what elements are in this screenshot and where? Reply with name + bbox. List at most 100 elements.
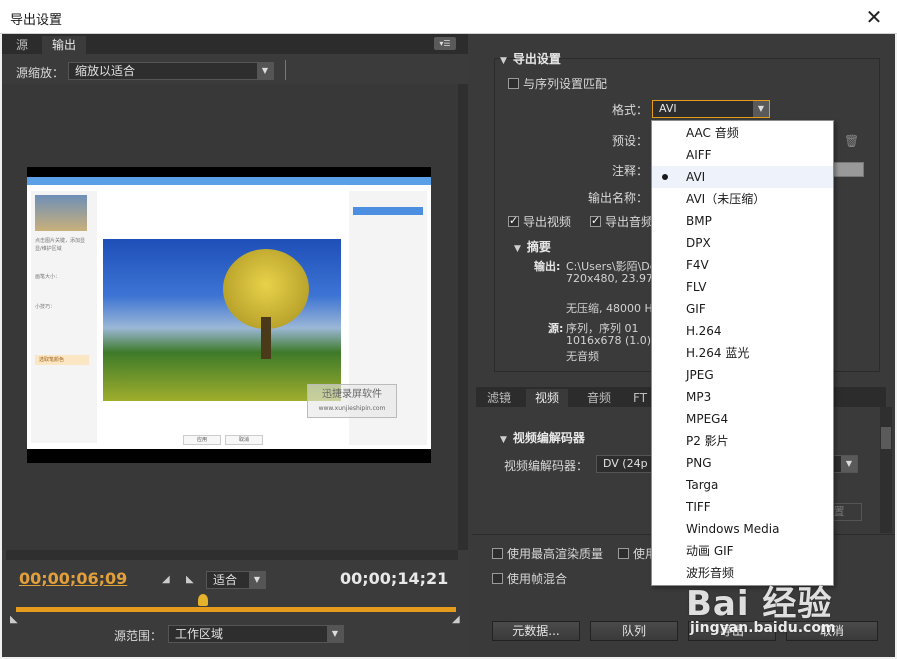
window-title: 导出设置	[10, 13, 63, 28]
comments-input[interactable]	[832, 162, 864, 177]
timeline-track[interactable]	[16, 607, 456, 612]
summary-output-line: 720x480, 23.976	[566, 272, 660, 285]
source-range-select[interactable]: 工作区域 ▼	[168, 625, 344, 643]
export-audio-checkbox[interactable]: 导出音频	[590, 213, 653, 230]
checkbox-icon	[618, 548, 629, 559]
frame-blending-checkbox[interactable]: 使用帧混合	[492, 570, 567, 587]
format-option[interactable]: BMP	[652, 210, 833, 232]
current-timecode[interactable]: 00;00;06;09	[19, 569, 127, 588]
source-scale-value: 缩放以适合	[75, 64, 136, 78]
cancel-button[interactable]: 取消	[786, 621, 878, 641]
format-option[interactable]: Windows Media	[652, 518, 833, 540]
in-point-icon[interactable]: ◣	[10, 614, 18, 625]
selected-bullet-icon	[662, 174, 668, 180]
format-option[interactable]: FLV	[652, 276, 833, 298]
max-render-quality-checkbox[interactable]: 使用最高渲染质量	[492, 545, 603, 562]
out-point-icon[interactable]: ◢	[452, 614, 460, 625]
source-range-value: 工作区域	[175, 627, 224, 641]
tree-trunk	[261, 317, 271, 359]
video-codec-section-title[interactable]: ▼ 视频编解码器	[500, 429, 585, 446]
tab-source[interactable]: 源	[6, 36, 38, 54]
format-option[interactable]: PNG	[652, 452, 833, 474]
metadata-button[interactable]: 元数据...	[492, 621, 580, 641]
format-option[interactable]: Targa	[652, 474, 833, 496]
title-bar: 导出设置 ✕	[0, 0, 897, 34]
checkbox-icon	[492, 548, 503, 559]
checkbox-checked-icon	[508, 214, 519, 227]
source-scale-label: 源缩放：	[16, 66, 65, 80]
format-option[interactable]: H.264 蓝光	[652, 342, 833, 364]
preview-side-text: 画笔大小：	[35, 274, 61, 280]
tab-audio[interactable]: 音频	[578, 389, 620, 407]
summary-source-line: 无音频	[566, 350, 599, 363]
chevron-down-icon: ▼	[249, 572, 265, 588]
format-option[interactable]: GIF	[652, 298, 833, 320]
export-video-checkbox[interactable]: 导出视频	[508, 213, 571, 230]
preview-vertical-scrollbar[interactable]	[458, 84, 468, 550]
format-option[interactable]: AVI	[652, 166, 833, 188]
format-option[interactable]: DPX	[652, 232, 833, 254]
checkbox-icon	[492, 573, 503, 584]
playhead-icon[interactable]	[198, 594, 208, 606]
format-option[interactable]: F4V	[652, 254, 833, 276]
preview-frame: 点击图片关键，添加显 显/维护区域 画笔大小： 小技巧： 选取笔颜色 迅捷录屏软…	[27, 167, 431, 463]
settings-vertical-scrollbar[interactable]	[880, 407, 892, 533]
comments-label: 注释：	[612, 164, 649, 178]
collapse-triangle-icon: ▼	[500, 56, 507, 66]
preview-app-titlebar	[27, 177, 431, 185]
preview-watermark-line1: 迅捷录屏软件	[322, 389, 382, 400]
source-scale-select[interactable]: 缩放以适合 ▼	[68, 62, 274, 80]
preset-label: 预设：	[612, 134, 649, 148]
chevron-down-icon: ▼	[257, 63, 273, 79]
format-option[interactable]: H.264	[652, 320, 833, 342]
format-option[interactable]: JPEG	[652, 364, 833, 386]
format-option[interactable]: P2 影片	[652, 430, 833, 452]
format-option[interactable]: MP3	[652, 386, 833, 408]
format-option[interactable]: AVI（未压缩）	[652, 188, 833, 210]
summary-source-key: 源:	[548, 322, 564, 335]
fit-value: 适合	[213, 573, 238, 587]
queue-button[interactable]: 队列	[590, 621, 678, 641]
chevron-down-icon: ▼	[841, 456, 857, 472]
tab-video[interactable]: 视频	[526, 389, 569, 407]
preview-cancel-button: 取消	[225, 435, 263, 445]
format-select[interactable]: AVI ▼	[652, 100, 770, 118]
chevron-down-icon: ▼	[753, 101, 769, 117]
preview-watermark-line2: www.xunjieshipin.com	[318, 405, 386, 412]
preview-watermark: 迅捷录屏软件 www.xunjieshipin.com	[307, 384, 397, 418]
preview-ok-button: 应用	[183, 435, 221, 445]
export-settings-title[interactable]: ▼ 导出设置	[500, 50, 561, 67]
set-in-point-icon[interactable]: ◢	[162, 574, 170, 585]
end-timecode: 00;00;14;21	[340, 569, 449, 588]
preview-horizontal-scrollbar[interactable]	[6, 550, 458, 560]
format-option[interactable]: AAC 音频	[652, 122, 833, 144]
close-icon[interactable]: ✕	[851, 0, 897, 34]
format-option[interactable]: MPEG4	[652, 408, 833, 430]
format-option[interactable]: TIFF	[652, 496, 833, 518]
format-value: AVI	[659, 102, 677, 115]
preview-side-text: 点击图片关键，添加显	[35, 238, 86, 244]
set-out-point-icon[interactable]: ◣	[186, 574, 194, 585]
panel-menu-icon[interactable]: ▾☰	[434, 37, 456, 50]
format-option[interactable]: 动画 GIF	[652, 540, 833, 562]
preview-side-button: 选取笔颜色	[35, 355, 89, 365]
tab-effects[interactable]: 滤镜	[478, 389, 520, 407]
preview-screen: 点击图片关键，添加显 显/维护区域 画笔大小： 小技巧： 选取笔颜色 迅捷录屏软…	[27, 177, 431, 449]
checkbox-icon	[508, 78, 519, 89]
format-label: 格式：	[612, 103, 649, 117]
format-dropdown-list: AAC 音频 AIFF AVI AVI（未压缩） BMP DPX F4V FLV GIF H.26…	[651, 120, 834, 586]
summary-title[interactable]: ▼ 摘要	[514, 238, 551, 255]
trash-icon[interactable]: 🗑	[844, 134, 859, 148]
checkbox-checked-icon	[590, 214, 601, 227]
summary-output-line: 无压缩, 48000 H	[566, 302, 653, 315]
divider	[285, 60, 286, 80]
match-sequence-checkbox[interactable]: 与序列设置匹配	[508, 75, 607, 92]
scrollbar-thumb[interactable]	[881, 427, 891, 449]
format-option[interactable]: 波形音频	[652, 562, 833, 584]
fit-select[interactable]: 适合 ▼	[206, 571, 266, 589]
preview-strip-tabs	[353, 207, 423, 215]
tab-output[interactable]: 输出	[42, 36, 87, 54]
export-button[interactable]: 导出	[688, 621, 776, 641]
summary-output-key: 输出:	[534, 260, 561, 273]
format-option[interactable]: AIFF	[652, 144, 833, 166]
